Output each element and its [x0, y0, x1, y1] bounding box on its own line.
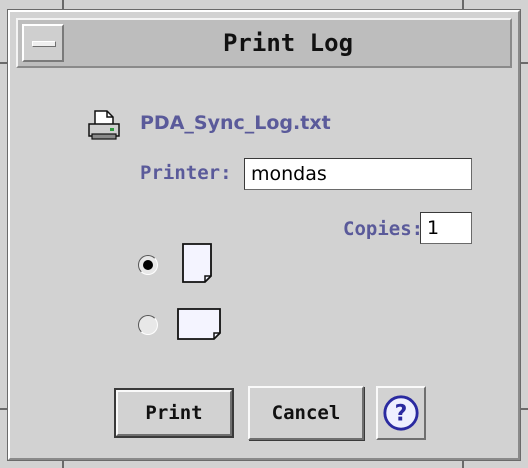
title-bar[interactable]: Print Log: [16, 18, 512, 68]
resize-handle-left-upper[interactable]: [0, 62, 8, 64]
window-menu-icon: [32, 41, 56, 47]
copies-input[interactable]: 1: [420, 212, 472, 244]
landscape-page-icon: [177, 308, 221, 340]
copies-label: Copies:: [343, 218, 424, 240]
resize-handle-left-lower[interactable]: [0, 408, 8, 410]
radio-selected-dot: [143, 260, 153, 270]
print-button[interactable]: Print: [116, 390, 232, 436]
printer-input[interactable]: mondas: [244, 158, 472, 190]
window-menu-button[interactable]: [22, 24, 64, 62]
portrait-page-icon: [182, 243, 212, 283]
file-name: PDA_Sync_Log.txt: [140, 112, 331, 134]
cancel-button[interactable]: Cancel: [248, 386, 364, 440]
help-button[interactable]: ?: [376, 386, 426, 440]
svg-text:?: ?: [395, 402, 408, 427]
print-log-dialog: Print Log PDA_Sync_Log.txt Printer: mond…: [8, 10, 520, 460]
resize-handle-right-upper[interactable]: [520, 62, 528, 64]
landscape-radio[interactable]: [138, 315, 158, 335]
resize-handle-top-left[interactable]: [62, 0, 64, 10]
resize-handle-top-right[interactable]: [462, 0, 464, 10]
window-title: Print Log: [222, 29, 354, 57]
printer-icon: [88, 110, 120, 140]
resize-handle-right-lower[interactable]: [520, 408, 528, 410]
portrait-radio[interactable]: [138, 255, 158, 275]
resize-handle-bottom-left[interactable]: [62, 460, 64, 468]
printer-label: Printer:: [140, 162, 232, 184]
help-icon: ?: [383, 395, 419, 431]
resize-handle-bottom-right[interactable]: [462, 460, 464, 468]
